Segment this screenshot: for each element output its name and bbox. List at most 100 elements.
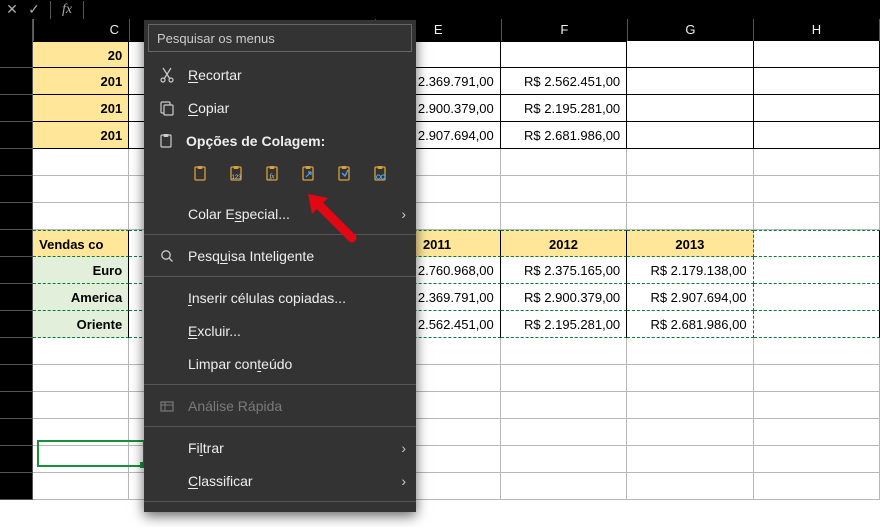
empty-cell[interactable]: [627, 338, 753, 365]
empty-cell[interactable]: [627, 176, 753, 203]
empty-cell[interactable]: [627, 419, 753, 446]
empty-cell[interactable]: [627, 365, 753, 392]
menu-search-input[interactable]: Pesquisar os menus: [148, 24, 412, 52]
menu-filter[interactable]: Filtrar ›: [144, 431, 416, 464]
empty-cell[interactable]: [754, 203, 880, 230]
year-cell[interactable]: 201: [33, 122, 129, 149]
region-label[interactable]: America: [33, 284, 129, 311]
empty-cell[interactable]: [754, 68, 880, 95]
empty-cell[interactable]: [501, 176, 627, 203]
menu-sort[interactable]: Classificar ›: [144, 464, 416, 497]
region-label[interactable]: Euro: [33, 257, 129, 284]
empty-cell[interactable]: [754, 230, 880, 257]
menu-clear[interactable]: Limpar conteúdo: [144, 347, 416, 380]
empty-cell[interactable]: [501, 392, 627, 419]
empty-cell[interactable]: [627, 392, 753, 419]
table-title[interactable]: Vendas co: [33, 230, 129, 257]
empty-cell[interactable]: [754, 41, 880, 68]
empty-cell[interactable]: [754, 257, 880, 284]
column-header-h[interactable]: H: [754, 19, 880, 41]
select-all-corner[interactable]: [0, 19, 33, 41]
menu-copy[interactable]: Copiar: [144, 91, 416, 124]
empty-cell[interactable]: [501, 365, 627, 392]
spreadsheet-grid[interactable]: 20 201 R$ 2.369.791,00 R$ 2.562.451,00 2…: [0, 41, 880, 500]
row-header[interactable]: [0, 257, 33, 284]
row-header[interactable]: [0, 284, 33, 311]
year-cell[interactable]: 201: [33, 68, 129, 95]
data-cell[interactable]: R$ 2.375.165,00: [501, 257, 627, 284]
data-cell[interactable]: R$ 2.900.379,00: [501, 284, 627, 311]
empty-cell[interactable]: [627, 473, 753, 500]
row-header[interactable]: [0, 392, 33, 419]
empty-cell[interactable]: [33, 419, 129, 446]
row-header[interactable]: [0, 176, 33, 203]
empty-cell[interactable]: [501, 203, 627, 230]
empty-cell[interactable]: [501, 446, 627, 473]
row-header[interactable]: [0, 446, 33, 473]
empty-cell[interactable]: [501, 338, 627, 365]
row-header[interactable]: [0, 95, 33, 122]
paste-option-formatting[interactable]: [332, 161, 358, 187]
row-header[interactable]: [0, 122, 33, 149]
column-header-g[interactable]: G: [628, 19, 754, 41]
empty-cell[interactable]: [33, 338, 129, 365]
row-header[interactable]: [0, 149, 33, 176]
data-cell[interactable]: R$ 2.562.451,00: [501, 68, 627, 95]
empty-cell[interactable]: [754, 392, 880, 419]
data-cell[interactable]: R$ 2.907.694,00: [627, 284, 753, 311]
empty-cell[interactable]: [501, 149, 627, 176]
data-cell[interactable]: R$ 2.179.138,00: [627, 257, 753, 284]
empty-cell[interactable]: [754, 122, 880, 149]
empty-cell[interactable]: [754, 311, 880, 338]
data-cell[interactable]: R$ 2.195.281,00: [501, 311, 627, 338]
empty-cell[interactable]: [754, 176, 880, 203]
empty-cell[interactable]: [627, 149, 753, 176]
empty-cell[interactable]: [754, 473, 880, 500]
row-header[interactable]: [0, 41, 33, 68]
paste-option-formulas[interactable]: fx: [260, 161, 286, 187]
paste-option-transpose[interactable]: [296, 161, 322, 187]
empty-cell[interactable]: [627, 68, 753, 95]
year-cell[interactable]: 20: [33, 41, 129, 68]
empty-cell[interactable]: [33, 446, 129, 473]
column-header-f[interactable]: F: [502, 19, 628, 41]
year-cell[interactable]: 201: [33, 95, 129, 122]
empty-cell[interactable]: [33, 392, 129, 419]
column-header-c[interactable]: C: [33, 19, 130, 41]
empty-cell[interactable]: [33, 149, 129, 176]
formula-accept-button[interactable]: ✓: [26, 1, 42, 18]
row-header[interactable]: [0, 68, 33, 95]
row-header[interactable]: [0, 419, 33, 446]
data-cell[interactable]: [501, 41, 627, 68]
empty-cell[interactable]: [33, 473, 129, 500]
row-header[interactable]: [0, 311, 33, 338]
empty-cell[interactable]: [627, 446, 753, 473]
empty-cell[interactable]: [754, 365, 880, 392]
empty-cell[interactable]: [754, 446, 880, 473]
empty-cell[interactable]: [754, 149, 880, 176]
menu-cut[interactable]: Recortar: [144, 58, 416, 91]
menu-smart-lookup[interactable]: Pesquisa Inteligente: [144, 239, 416, 272]
paste-option-values[interactable]: 123: [224, 161, 250, 187]
row-header[interactable]: [0, 365, 33, 392]
empty-cell[interactable]: [754, 284, 880, 311]
row-header[interactable]: [0, 473, 33, 500]
paste-option-paste[interactable]: [188, 161, 214, 187]
row-header[interactable]: [0, 203, 33, 230]
paste-option-link[interactable]: [368, 161, 394, 187]
empty-cell[interactable]: [754, 419, 880, 446]
row-header[interactable]: [0, 338, 33, 365]
data-cell[interactable]: R$ 2.195.281,00: [501, 95, 627, 122]
menu-paste-special[interactable]: Colar Especial... ›: [144, 197, 416, 230]
empty-cell[interactable]: [33, 365, 129, 392]
empty-cell[interactable]: [627, 95, 753, 122]
empty-cell[interactable]: [33, 203, 129, 230]
row-header[interactable]: [0, 230, 33, 257]
empty-cell[interactable]: [754, 95, 880, 122]
col-header-2013[interactable]: 2013: [627, 230, 753, 257]
empty-cell[interactable]: [627, 203, 753, 230]
empty-cell[interactable]: [501, 419, 627, 446]
data-cell[interactable]: R$ 2.681.986,00: [627, 311, 753, 338]
empty-cell[interactable]: [754, 338, 880, 365]
col-header-2012[interactable]: 2012: [501, 230, 627, 257]
